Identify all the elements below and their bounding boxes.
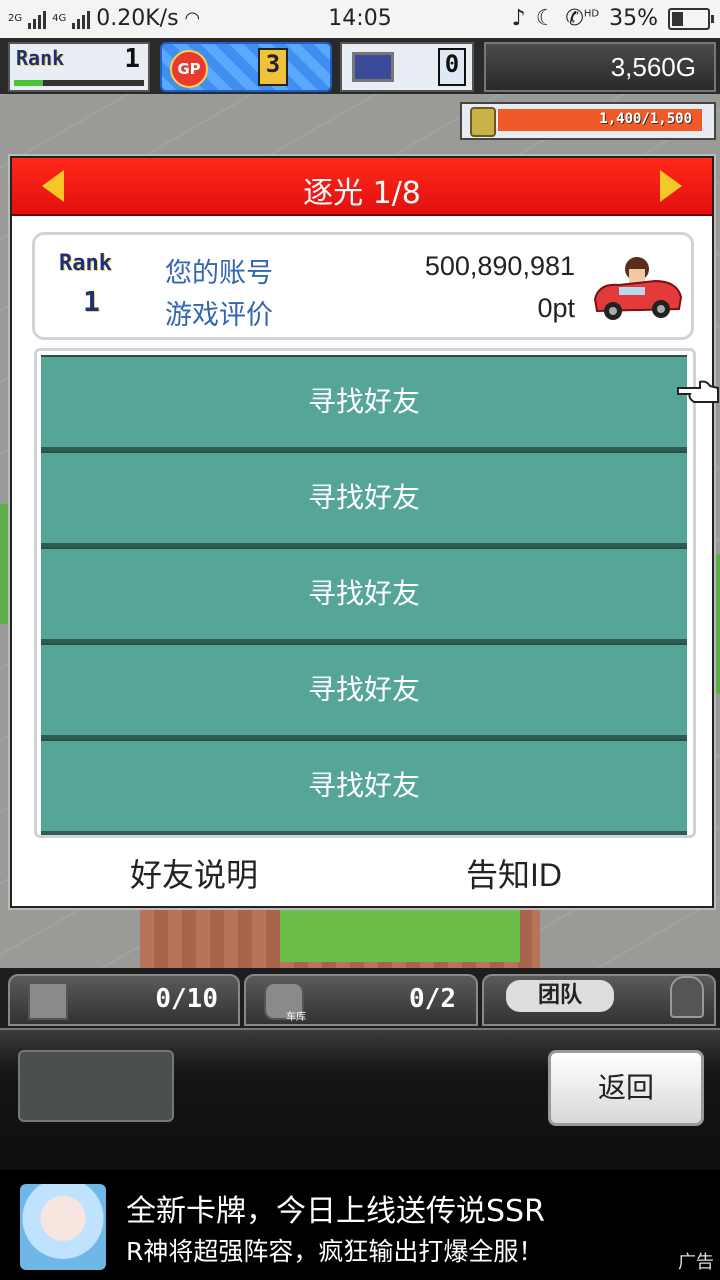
funds-value: 1,400/1,500 [599, 111, 692, 127]
storage-count: 0/10 [155, 984, 218, 1014]
rank-label: Rank [16, 46, 65, 70]
find-friend-button[interactable]: 寻找好友 [41, 355, 687, 451]
info-slot [18, 1050, 174, 1122]
account-label: 您的账号 [165, 258, 273, 289]
pointing-hand-icon [677, 380, 719, 403]
bell-muted-icon: ♪ [511, 6, 526, 31]
rank-panel[interactable]: Rank 1 [8, 42, 150, 92]
find-friend-button[interactable]: 寻找好友 [41, 547, 687, 643]
next-page-arrow-icon[interactable] [660, 170, 682, 202]
red-car-icon [593, 257, 683, 320]
phone-hd-icon: ✆HD [565, 6, 600, 31]
gp-panel[interactable]: GP 3 [160, 42, 332, 92]
rating-label: 游戏评价 [165, 300, 273, 331]
ad-banner[interactable]: 全新卡牌，今日上线送传说SSR R神将超强阵容，疯狂输出打爆全服！ 广告 [0, 1170, 720, 1280]
rank-value: 1 [124, 44, 140, 74]
hd-label: HD [583, 8, 600, 20]
rank-value: 1 [83, 285, 100, 318]
rating-value: 0pt [537, 293, 575, 323]
find-friend-button[interactable]: 寻找好友 [41, 643, 687, 739]
gp-coin-icon: GP [170, 50, 208, 88]
status-bar: 2G 4G 0.20K/s ◠ 14:05 ♪ ☾ ✆HD 35% [0, 0, 720, 38]
find-friend-button[interactable]: 寻找好友 [41, 451, 687, 547]
account-card: Rank 1 您的账号 游戏评价 500,890,981 0pt [32, 232, 694, 340]
battery-fill [672, 11, 683, 26]
coin-stack-icon [470, 107, 496, 137]
find-friend-button[interactable]: 寻找好友 [41, 739, 687, 835]
rank-label: Rank [59, 251, 112, 276]
funds-bar: 1,400/1,500 [460, 102, 716, 140]
dialog-footer: 好友说明 告知ID [12, 844, 712, 894]
ad-title: 全新卡牌，今日上线送传说SSR [126, 1194, 545, 1229]
back-button[interactable]: 返回 [548, 1050, 704, 1126]
ad-character-image [20, 1184, 106, 1270]
control-console: 返回 [0, 1028, 720, 1172]
storage-box-icon [28, 982, 68, 1020]
money-value: 3,560G [610, 52, 696, 82]
status-right: ♪ ☾ ✆HD 35% [511, 6, 714, 31]
funds-fill: 1,400/1,500 [498, 109, 702, 131]
grass-tile [280, 902, 520, 962]
money-panel: 3,560G [484, 42, 716, 92]
garage-count: 0/2 [409, 984, 456, 1014]
battery-percent: 35% [609, 6, 658, 31]
friends-dialog: 逐光 1/8 Rank 1 您的账号 游戏评价 500,890,981 0pt … [10, 156, 714, 908]
garage-label: 车库 [286, 1012, 306, 1023]
garage-slot[interactable]: 车库 0/2 [244, 974, 478, 1026]
moon-icon: ☾ [535, 6, 556, 31]
friend-list: 寻找好友 寻找好友 寻找好友 寻找好友 寻找好友 [34, 348, 696, 838]
account-value: 500,890,981 [424, 251, 575, 281]
computer-icon [352, 52, 394, 82]
xp-bar [14, 80, 144, 86]
gp-value: 3 [258, 48, 288, 86]
battery-icon [668, 7, 714, 30]
ad-tag: 广告 [678, 1252, 714, 1273]
computer-value: 0 [438, 48, 466, 86]
storage-slot[interactable]: 0/10 [8, 974, 240, 1026]
computer-panel[interactable]: 0 [340, 42, 474, 92]
game-hud: Rank 1 GP 3 0 3,560G [0, 38, 720, 94]
ad-subtitle: R神将超强阵容，疯狂输出打爆全服！ [126, 1237, 544, 1266]
dialog-title: 逐光 1/8 [303, 176, 421, 211]
friend-explain-button[interactable]: 好友说明 [130, 850, 258, 896]
team-button[interactable]: 团队 [506, 980, 614, 1012]
staff-person-icon [670, 976, 704, 1018]
notify-id-button[interactable]: 告知ID [466, 850, 562, 896]
dialog-header: 逐光 1/8 [12, 158, 712, 216]
bottom-tray: 0/10 车库 0/2 团队 [0, 968, 720, 1028]
